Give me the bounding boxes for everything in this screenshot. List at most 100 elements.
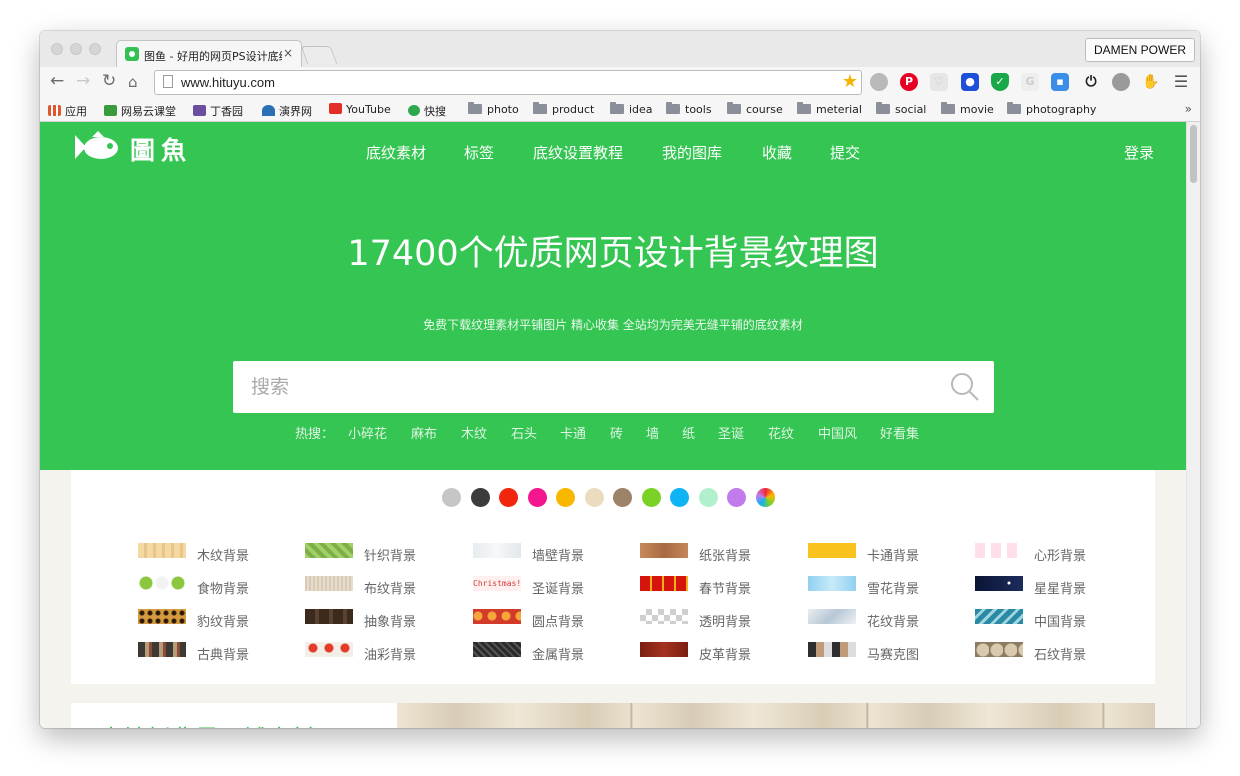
bookmark-folder-idea[interactable]: idea [610,102,653,116]
folder-icon [666,102,680,114]
folder-icon [610,102,624,114]
category-label: 纸张背景 [699,549,752,564]
color-dot-pink[interactable] [528,488,547,507]
bookmark-star-icon[interactable]: ★ [842,71,858,92]
color-dot-green[interactable] [642,488,661,507]
shield-extension-icon[interactable]: ✓ [991,73,1009,91]
zoom-window-button[interactable] [89,43,101,55]
featured-card[interactable]: 木地板背景平铺素材 [71,703,398,728]
hot-tag[interactable]: 纸 [682,423,695,442]
nav-item-tags[interactable]: 标签 [464,142,494,163]
baidu-paw-icon[interactable]: ● [961,73,979,91]
login-link[interactable]: 登录 [1124,142,1154,163]
color-dot-mint[interactable] [699,488,718,507]
back-arrow-icon[interactable]: ← [50,71,64,91]
fish-logo-icon[interactable] [72,131,122,163]
bookmark-apps[interactable]: 应用 [48,103,87,119]
hot-tag[interactable]: 卡通 [560,423,586,442]
hot-tag[interactable]: 圣诞 [718,423,744,442]
folder-icon [941,102,955,114]
bookmark-yanjie[interactable]: 演界网 [262,103,312,119]
bookmark-label: 快搜 [424,105,446,118]
bookmark-netease[interactable]: 网易云课堂 [104,103,176,119]
bookmark-folder-social[interactable]: social [876,102,926,116]
bookmark-folder-tools[interactable]: tools [666,102,712,116]
category-swatch [305,609,353,624]
category-swatch [138,642,186,657]
nav-item-my-gallery[interactable]: 我的图库 [662,142,722,163]
bookmark-folder-photography[interactable]: photography [1007,102,1096,116]
power-icon[interactable]: ⏻ [1082,73,1100,91]
bookmark-youtube[interactable]: YouTube [329,103,391,116]
bookmark-folder-movie[interactable]: movie [941,102,994,116]
color-dot-purple[interactable] [727,488,746,507]
close-window-button[interactable] [51,43,63,55]
color-dot-brown[interactable] [613,488,632,507]
bookmark-folder-photo[interactable]: photo [468,102,519,116]
kuaisou-icon [408,105,420,116]
category-swatch [808,576,856,591]
bookmark-kuaisou[interactable]: 快搜 [408,103,446,119]
url-text[interactable]: www.hituyu.com [181,75,275,90]
color-dot-beige[interactable] [585,488,604,507]
bookmark-dxy[interactable]: 丁香园 [193,103,243,119]
category-label: 花纹背景 [867,615,920,630]
menu-icon[interactable]: ☰ [1172,73,1190,91]
bookmark-folder-product[interactable]: product [533,102,594,116]
scrollbar-thumb[interactable] [1190,125,1197,183]
logo-text[interactable]: 圖魚 [130,131,192,167]
hot-tag[interactable]: 麻布 [411,423,437,442]
color-dot-gray[interactable] [442,488,461,507]
nav-item-submit[interactable]: 提交 [830,142,860,163]
featured-wood-preview[interactable] [397,703,1155,728]
hot-tag[interactable]: 石头 [511,423,537,442]
hot-tag[interactable]: 花纹 [768,423,794,442]
yanjie-icon [262,105,275,116]
hot-tag[interactable]: 中国风 [818,423,857,442]
tab-hituyu[interactable]: 图鱼 - 好用的网页PS设计底纹 × [116,40,302,67]
pinterest-icon[interactable]: P [900,73,918,91]
profile-button[interactable]: DAMEN POWER [1084,38,1195,62]
category-label: 皮革背景 [699,648,752,663]
nav-item-tutorial[interactable]: 底纹设置教程 [533,142,623,163]
address-bar[interactable]: www.hituyu.com ★ [154,70,862,95]
category-label: 针织背景 [364,549,417,564]
home-icon[interactable]: ⌂ [128,73,138,91]
tab-close-icon[interactable]: × [283,46,293,60]
shopping-extension-icon[interactable]: ▪ [1051,73,1069,91]
category-label: 金属背景 [532,648,585,663]
search-icon[interactable] [950,372,980,402]
color-dot-blue[interactable] [670,488,689,507]
bookmarks-overflow-icon[interactable]: » [1185,102,1192,116]
minimize-window-button[interactable] [70,43,82,55]
hot-tag[interactable]: 好看集 [880,423,919,442]
category-swatch [473,609,521,624]
color-dot-black[interactable] [471,488,490,507]
color-dot-yellow[interactable] [556,488,575,507]
page-icon [163,75,173,88]
scrollbar[interactable] [1186,122,1200,728]
grammarly-icon[interactable]: G [1021,73,1039,91]
new-tab-button[interactable] [300,46,338,64]
nav-item-favorites[interactable]: 收藏 [762,142,792,163]
nav-item-texture[interactable]: 底纹素材 [366,142,426,163]
hand-stop-icon[interactable]: ✋ [1142,73,1160,91]
christmas-swatch: Christmas! [473,576,521,591]
bookmark-label: 网易云课堂 [121,105,176,118]
pocket-icon[interactable]: ♡ [930,73,948,91]
globe-extension-icon[interactable] [870,73,888,91]
color-dot-red[interactable] [499,488,518,507]
hot-tag[interactable]: 墙 [646,423,659,442]
500px-icon[interactable] [1112,73,1130,91]
forward-arrow-icon[interactable]: → [76,71,90,91]
hot-tag[interactable]: 砖 [610,423,623,442]
reload-icon[interactable]: ↻ [102,71,116,91]
color-dot-rainbow[interactable] [756,488,775,507]
bookmark-folder-course[interactable]: course [727,102,783,116]
bookmark-folder-meterial[interactable]: meterial [797,102,862,116]
category-label: 卡通背景 [867,549,920,564]
search-input[interactable] [233,361,994,413]
hot-tag[interactable]: 木纹 [461,423,487,442]
hot-tag[interactable]: 小碎花 [348,423,387,442]
apps-grid-icon [48,105,61,116]
